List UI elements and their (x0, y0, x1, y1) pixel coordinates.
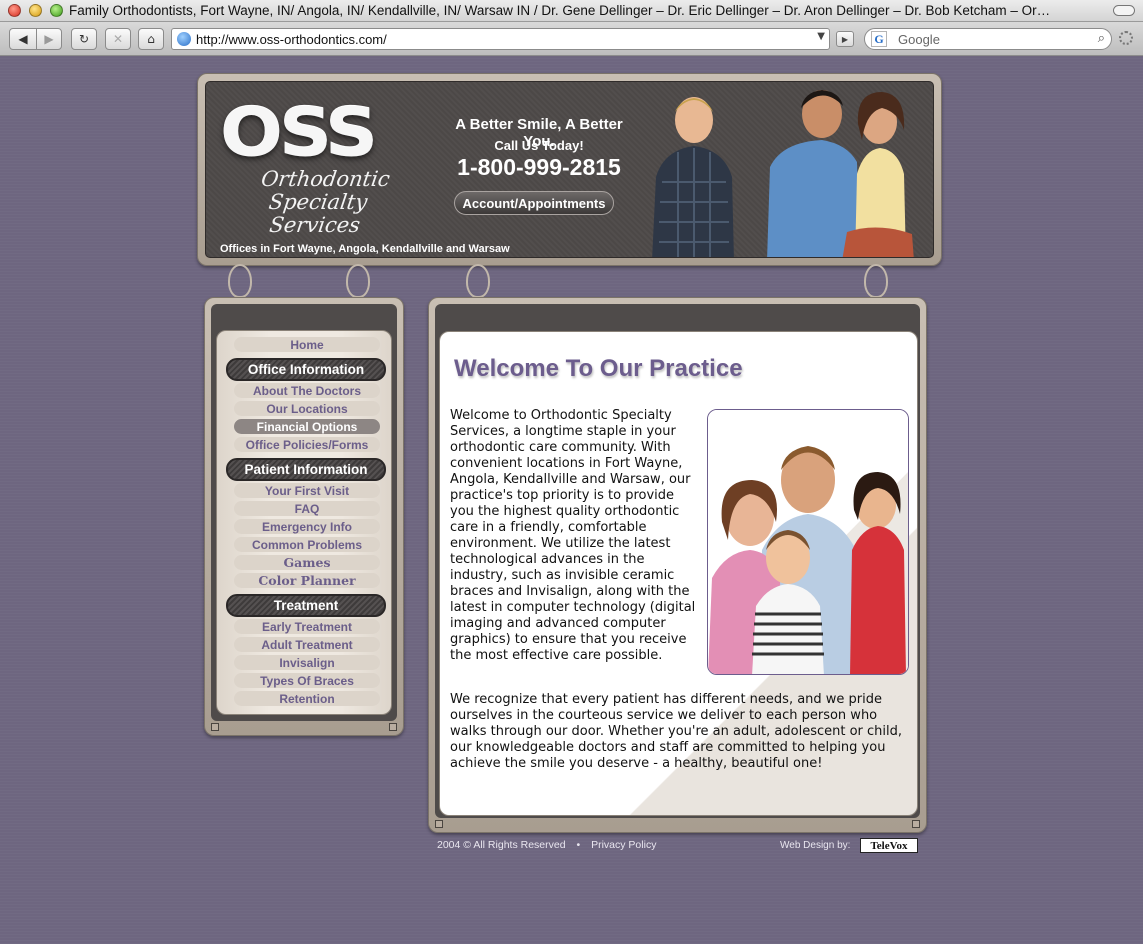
nav-office-policies-forms[interactable]: Office Policies/Forms (234, 437, 380, 452)
window-titlebar: Family Orthodontists, Fort Wayne, IN/ An… (0, 0, 1143, 22)
oss-logo[interactable]: OSS (220, 100, 378, 167)
nav-menu: Home Office Information About The Doctor… (216, 330, 392, 715)
browser-toolbar: ◀ ▶ ↻ ✕ ⌂ http://www.oss-orthodontics.co… (0, 22, 1143, 56)
ring-icon (864, 264, 888, 298)
nav-financial-options[interactable]: Financial Options (234, 419, 380, 434)
loading-spinner-icon (1119, 31, 1133, 45)
nav-about-the-doctors[interactable]: About The Doctors (234, 383, 380, 398)
nav-types-of-braces[interactable]: Types Of Braces (234, 673, 380, 688)
nav-games[interactable]: Games (234, 555, 380, 570)
play-icon: ▶ (841, 34, 849, 44)
nav-emergency-info[interactable]: Emergency Info (234, 519, 380, 534)
service-paragraph: We recognize that every patient has diff… (450, 692, 903, 771)
account-appointments-button[interactable]: Account/Appointments (454, 191, 614, 215)
search-icon[interactable]: ⌕ (1098, 31, 1105, 46)
ring-icon (228, 264, 252, 298)
family-photo (707, 409, 909, 675)
nav-heading-treatment[interactable]: Treatment (226, 594, 386, 617)
nav-early-treatment[interactable]: Early Treatment (234, 619, 380, 634)
header-panel: OSS Orthodontic Specialty Services A Bet… (205, 81, 934, 258)
bolt-icon (435, 820, 443, 828)
footer: 2004 © All Rights Reserved • Privacy Pol… (437, 839, 664, 851)
intro-paragraph: Welcome to Orthodontic Specialty Service… (450, 408, 696, 663)
nav-color-planner[interactable]: Color Planner (234, 573, 380, 588)
window-title: Family Orthodontists, Fort Wayne, IN/ An… (69, 3, 1051, 18)
privacy-policy-link[interactable]: Privacy Policy (591, 839, 656, 851)
bolt-icon (912, 820, 920, 828)
nav-your-first-visit[interactable]: Your First Visit (234, 483, 380, 498)
ring-icon (466, 264, 490, 298)
main-panel: Welcome To Our Practice Welcome to Ortho… (428, 297, 927, 833)
minimize-window-button[interactable] (29, 4, 42, 17)
web-page: OSS Orthodontic Specialty Services A Bet… (0, 57, 1143, 944)
family-photo-graphic (708, 410, 908, 674)
globe-icon (177, 32, 191, 46)
logo-script-line: Orthodontic (259, 167, 392, 191)
nav-adult-treatment[interactable]: Adult Treatment (234, 637, 380, 652)
stop-button[interactable]: ✕ (105, 28, 131, 50)
address-bar[interactable]: http://www.oss-orthodontics.com/ ▼ (171, 28, 830, 50)
bolt-icon (389, 723, 397, 731)
stop-icon: ✕ (112, 32, 124, 46)
reload-button[interactable]: ↻ (71, 28, 97, 50)
header-family-photo (652, 90, 914, 257)
forward-button[interactable]: ▶ (36, 28, 62, 50)
logo-script-line: Services (267, 213, 362, 237)
logo-script-line: Specialty (267, 190, 369, 214)
home-button[interactable]: ⌂ (138, 28, 164, 50)
nav-home[interactable]: Home (234, 337, 380, 352)
nav-invisalign[interactable]: Invisalign (234, 655, 380, 670)
forward-arrow-icon: ▶ (44, 32, 54, 46)
site-header: OSS Orthodontic Specialty Services A Bet… (197, 73, 942, 266)
reload-icon: ↻ (78, 32, 90, 46)
footer-bullet: • (576, 839, 581, 851)
chevron-down-icon[interactable]: ▼ (817, 31, 825, 42)
call-us-text: Call Us Today! (494, 138, 584, 153)
address-text[interactable]: http://www.oss-orthodontics.com/ (196, 32, 387, 47)
offices-text: Offices in Fort Wayne, Angola, Kendallvi… (220, 243, 510, 255)
home-icon: ⌂ (147, 32, 155, 46)
snapback-button[interactable]: ▶ (836, 31, 854, 47)
search-field[interactable]: G Google ⌕ (864, 28, 1112, 50)
copyright-text: 2004 © All Rights Reserved (437, 839, 566, 851)
google-icon[interactable]: G (871, 31, 887, 47)
back-button[interactable]: ◀ (9, 28, 37, 50)
bolt-icon (211, 723, 219, 731)
zoom-window-button[interactable] (50, 4, 63, 17)
nav-faq[interactable]: FAQ (234, 501, 380, 516)
nav-heading-office-information[interactable]: Office Information (226, 358, 386, 381)
page-title: Welcome To Our Practice (454, 355, 743, 382)
nav-our-locations[interactable]: Our Locations (234, 401, 380, 416)
sidebar: Home Office Information About The Doctor… (204, 297, 404, 736)
nav-retention[interactable]: Retention (234, 691, 380, 706)
toolbar-toggle-button[interactable] (1113, 5, 1135, 16)
web-design-credit: Web Design by: (780, 840, 851, 851)
logo-script: Orthodontic Specialty Services (253, 167, 392, 237)
nav-common-problems[interactable]: Common Problems (234, 537, 380, 552)
televox-logo[interactable]: TeleVox (860, 838, 918, 853)
content-area: Welcome To Our Practice Welcome to Ortho… (439, 331, 918, 816)
back-arrow-icon: ◀ (18, 32, 28, 46)
ring-icon (346, 264, 370, 298)
phone-number: 1-800-999-2815 (457, 154, 621, 180)
search-placeholder: Google (898, 32, 940, 47)
nav-heading-patient-information[interactable]: Patient Information (226, 458, 386, 481)
close-window-button[interactable] (8, 4, 21, 17)
